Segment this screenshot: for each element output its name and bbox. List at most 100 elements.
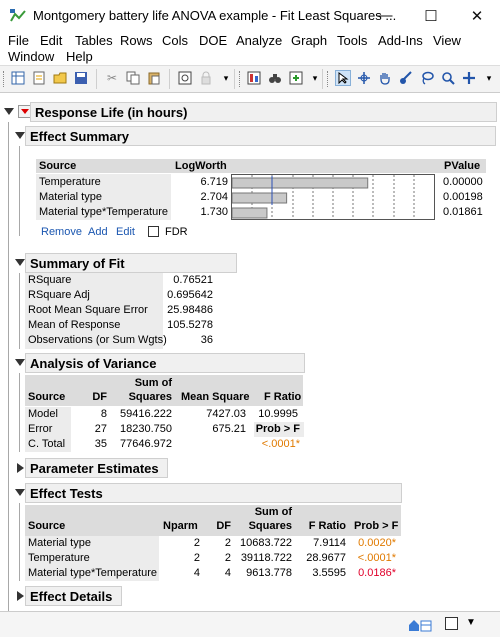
disclosure-open-icon[interactable] — [15, 259, 25, 266]
new-script-icon[interactable] — [31, 70, 47, 86]
logworth-bar — [232, 207, 268, 219]
col-header-pvalue: PValue — [444, 160, 481, 172]
anova-header[interactable]: Analysis of Variance — [25, 353, 305, 373]
prob-f-label: Prob > F — [255, 423, 300, 435]
window-list-checkbox[interactable] — [445, 617, 458, 630]
anova-df: 27 — [94, 423, 107, 435]
effect-source: Material type*Temperature — [39, 206, 169, 218]
menu-view[interactable]: View — [433, 33, 461, 48]
parameter-estimates-header[interactable]: Parameter Estimates — [25, 458, 168, 478]
disclosure-open-icon[interactable] — [4, 108, 14, 115]
test-f: 28.9677 — [306, 552, 346, 564]
col-header-ss-top: Sum of — [254, 506, 292, 518]
save-icon[interactable] — [73, 70, 89, 86]
disclosure-open-icon[interactable] — [15, 489, 25, 496]
journal-icon[interactable] — [177, 70, 193, 86]
close-icon: ✕ — [470, 7, 484, 25]
toolbar-separator — [169, 69, 170, 89]
status-bar: ▼ — [0, 611, 500, 637]
arrow-tool-icon[interactable] — [335, 70, 351, 86]
disclosure-open-icon[interactable] — [15, 132, 25, 139]
effect-details-title: Effect Details — [30, 589, 113, 604]
logworth-bar — [232, 192, 288, 204]
menu-bar: File Edit Tables Rows Cols DOE Analyze G… — [0, 31, 500, 65]
magnifier-tool-icon[interactable] — [440, 70, 456, 86]
data-table-list-icon[interactable] — [246, 70, 262, 86]
fit-label: Mean of Response — [28, 319, 121, 331]
test-source: Temperature — [28, 552, 90, 564]
logworth-bar — [232, 177, 369, 189]
toolbar-overflow-icon[interactable]: ▾ — [481, 70, 497, 86]
test-nparm: 2 — [193, 552, 200, 564]
close-button[interactable]: ✕ — [454, 0, 500, 31]
disclosure-closed-icon[interactable] — [17, 463, 24, 473]
menu-rows[interactable]: Rows — [120, 33, 153, 48]
col-header-f: F Ratio — [308, 520, 346, 532]
toolbar-separator — [96, 69, 97, 89]
col-header-logworth: LogWorth — [175, 160, 227, 172]
copy-icon[interactable] — [125, 70, 141, 86]
menu-tables[interactable]: Tables — [75, 33, 113, 48]
lasso-tool-icon[interactable] — [419, 70, 435, 86]
outline-guide-line — [19, 273, 20, 349]
effect-summary-header[interactable]: Effect Summary — [25, 126, 496, 146]
menu-graph[interactable]: Graph — [291, 33, 327, 48]
menu-add-ins[interactable]: Add-Ins — [378, 33, 423, 48]
jmp-app-icon — [10, 9, 26, 22]
menu-file[interactable]: File — [8, 33, 29, 48]
add-link[interactable]: Add — [88, 226, 108, 238]
edit-link[interactable]: Edit — [116, 226, 135, 238]
fdr-label: FDR — [165, 226, 188, 238]
open-folder-icon[interactable] — [52, 70, 68, 86]
response-outline-header[interactable]: Response Life (in hours) — [30, 102, 497, 122]
outline-guide-line — [8, 122, 9, 614]
fit-label: Observations (or Sum Wgts) — [28, 334, 167, 346]
menu-doe[interactable]: DOE — [199, 33, 227, 48]
col-header-ms: Mean Square — [181, 391, 250, 403]
menu-cols[interactable]: Cols — [162, 33, 188, 48]
binoculars-icon[interactable] — [267, 70, 283, 86]
maximize-button[interactable]: ☐ — [408, 0, 454, 31]
minimize-button[interactable]: — — [362, 0, 408, 31]
crosshair-tool-icon[interactable] — [356, 70, 372, 86]
fdr-checkbox[interactable] — [148, 226, 159, 237]
fit-value: 0.695642 — [167, 289, 213, 301]
window-list-dropdown-icon[interactable]: ▼ — [466, 617, 476, 628]
test-ss: 39118.722 — [240, 552, 292, 564]
col-header-df: DF — [92, 391, 107, 403]
toolbar-overflow-icon[interactable]: ▾ — [307, 70, 323, 86]
cut-icon[interactable]: ✂ — [104, 70, 120, 86]
brush-tool-icon[interactable] — [398, 70, 414, 86]
summary-of-fit-header[interactable]: Summary of Fit — [25, 253, 237, 273]
effect-details-header[interactable]: Effect Details — [25, 586, 122, 606]
effect-tests-header[interactable]: Effect Tests — [25, 483, 402, 503]
paste-icon[interactable] — [146, 70, 162, 86]
menu-window[interactable]: Window — [8, 49, 54, 64]
remove-link[interactable]: Remove — [41, 226, 82, 238]
menu-help[interactable]: Help — [66, 49, 93, 64]
menu-analyze[interactable]: Analyze — [236, 33, 282, 48]
toolbar-overflow-icon[interactable]: ▾ — [218, 70, 234, 86]
col-header-nparm: Nparm — [163, 520, 198, 532]
add-rows-icon[interactable] — [288, 70, 304, 86]
effect-summary-header-row — [36, 159, 486, 173]
anova-prob-f: <.0001* — [261, 438, 300, 450]
disclosure-open-icon[interactable] — [15, 359, 25, 366]
disclosure-closed-icon[interactable] — [17, 591, 24, 601]
home-window-icon[interactable] — [407, 617, 433, 633]
anova-f: 10.9995 — [258, 408, 298, 420]
col-header-df: DF — [216, 520, 231, 532]
menu-tools[interactable]: Tools — [337, 33, 367, 48]
col-header-source: Source — [28, 391, 66, 403]
add-annotation-icon[interactable] — [461, 70, 477, 86]
test-p: 0.0020* — [358, 537, 396, 549]
hand-tool-icon[interactable] — [377, 70, 393, 86]
menu-edit[interactable]: Edit — [40, 33, 62, 48]
fit-label: RSquare — [28, 274, 72, 286]
test-p: <.0001* — [357, 552, 396, 564]
toolbar-grip — [3, 71, 7, 87]
effect-source: Material type — [39, 191, 102, 203]
effect-pvalue: 0.01861 — [443, 206, 483, 218]
lock-icon[interactable] — [198, 70, 214, 86]
new-data-table-icon[interactable] — [10, 70, 26, 86]
